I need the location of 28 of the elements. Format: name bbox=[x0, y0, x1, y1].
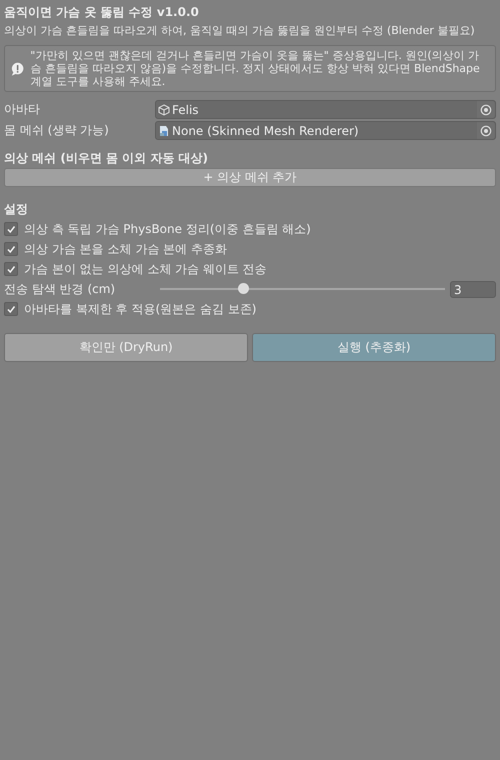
description: 의상이 가슴 흔들림을 따라오게 하여, 움직일 때의 가슴 뚫림을 원인부터 수정 (Blender 불필요) bbox=[4, 23, 476, 37]
section-heading: 설정 bbox=[4, 201, 29, 217]
number-field[interactable]: 3 bbox=[450, 280, 496, 298]
run-button[interactable]: 실행 (추종화) bbox=[252, 333, 496, 362]
cube-icon bbox=[158, 104, 170, 116]
field-value: None (Skinned Mesh Renderer) bbox=[172, 124, 360, 138]
check-icon bbox=[6, 304, 16, 314]
checkbox-label: 아바타를 복제한 후 적용(원본은 숨김 보존) bbox=[24, 300, 256, 318]
object-picker-icon[interactable] bbox=[480, 124, 492, 136]
object-field[interactable]: None (Skinned Mesh Renderer) bbox=[155, 121, 496, 140]
field-label: 아바타 bbox=[4, 101, 41, 118]
checkbox-label: 가슴 본이 없는 의상에 소체 가슴 웨이트 전송 bbox=[24, 260, 267, 278]
mesh-icon bbox=[158, 124, 170, 136]
window-title: 움직이면 가슴 옷 뚫림 수정 v1.0.0 bbox=[4, 4, 200, 21]
field-value: Felis bbox=[172, 102, 200, 116]
field-label: 몸 메쉬 (생략 가능) bbox=[4, 122, 110, 139]
slider-thumb[interactable] bbox=[238, 283, 249, 294]
object-field[interactable]: Felis bbox=[155, 100, 496, 119]
checkbox-label: 의상 가슴 본을 소체 가슴 본에 추종화 bbox=[24, 240, 227, 258]
checkbox[interactable] bbox=[4, 262, 18, 276]
checkbox[interactable] bbox=[4, 222, 18, 236]
checkbox[interactable] bbox=[4, 242, 18, 256]
section-heading: 의상 메쉬 (비우면 몸 이외 자동 대상) bbox=[4, 150, 210, 166]
slider-label: 전송 탐색 반경 (cm) bbox=[4, 280, 116, 298]
object-picker-icon[interactable] bbox=[480, 104, 492, 116]
checkbox-label: 의상 측 독립 가슴 PhysBone 정리(이중 흔들림 해소) bbox=[24, 220, 311, 238]
checkbox[interactable] bbox=[4, 302, 18, 316]
help-text: "가만히 있으면 괜찮은데 걷거나 흔들리면 가슴이 옷을 뚫는" 증상용입니다. 원인(의상이 가슴 흔들림을 따라오지 않음)을 수정합니다. 정지 상태에서도 항상 박혀 있다면 BlendShape 계열 도구를 사용해 주세요. bbox=[30, 49, 481, 88]
